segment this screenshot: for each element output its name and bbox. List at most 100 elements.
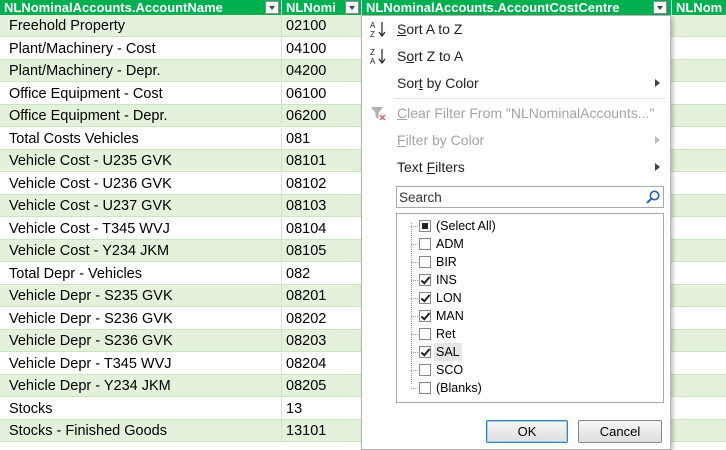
filter-checkbox[interactable] xyxy=(419,274,431,286)
filter-list-item[interactable]: SAL xyxy=(397,343,663,361)
column-header-cost-centre[interactable]: NLNominalAccounts.AccountCostCentre xyxy=(362,0,672,15)
filter-list-item[interactable]: MAN xyxy=(397,307,663,325)
account-name-cell[interactable]: Total Depr - Vehicles xyxy=(0,262,282,285)
filter-list-item[interactable]: BIR xyxy=(397,253,663,271)
nominal-code-cell[interactable]: 08204 xyxy=(282,353,362,375)
nominal-code-cell[interactable]: 08103 xyxy=(282,195,362,217)
svg-text:Z: Z xyxy=(370,30,375,38)
search-icon[interactable] xyxy=(645,189,661,205)
tree-branch xyxy=(411,262,419,263)
filter-dropdown-button-active[interactable] xyxy=(653,1,667,14)
filter-list-item[interactable]: LON xyxy=(397,289,663,307)
filter-checkbox[interactable] xyxy=(419,256,431,268)
nominal-code-cell[interactable]: 08104 xyxy=(282,218,362,240)
account-name-cell[interactable]: Freehold Property xyxy=(0,15,282,37)
nominal-code-cell[interactable]: 08201 xyxy=(282,285,362,307)
tree-branch xyxy=(411,388,419,389)
filter-values-list[interactable]: (Select All) ADM BIR INS LON MAN Ret SAL SCO (Bla… xyxy=(396,213,664,403)
account-name-cell[interactable]: Office Equipment - Cost xyxy=(0,82,282,105)
nominal-code-cell[interactable]: 082 xyxy=(282,263,362,285)
submenu-arrow-icon xyxy=(655,136,660,144)
svg-text:A: A xyxy=(370,57,376,65)
account-name-cell[interactable]: Vehicle Depr - Y234 JKM xyxy=(0,375,282,397)
sort-z-to-a-item[interactable]: Z A Sort Z to A xyxy=(362,43,670,70)
tree-branch xyxy=(411,370,419,371)
filter-list-item[interactable]: (Blanks) xyxy=(397,379,663,397)
filter-checkbox[interactable] xyxy=(419,292,431,304)
filter-by-color-item[interactable]: Filter by Color xyxy=(362,127,670,154)
nominal-code-cell[interactable]: 08203 xyxy=(282,330,362,352)
filter-item-label: Ret xyxy=(436,327,456,341)
tree-branch xyxy=(411,280,419,281)
account-name-cell[interactable]: Vehicle Depr - S236 GVK xyxy=(0,330,282,352)
account-name-cell[interactable]: Vehicle Cost - U235 GVK xyxy=(0,150,282,172)
column-header-account-name[interactable]: NLNominalAccounts.AccountName xyxy=(0,0,282,15)
account-name-cell[interactable]: Vehicle Depr - T345 WVJ xyxy=(0,352,282,375)
account-name-cell[interactable]: Vehicle Cost - Y234 JKM xyxy=(0,240,282,262)
sort-by-color-item[interactable]: Sort by Color xyxy=(362,70,670,97)
filter-list-item[interactable]: SCO xyxy=(397,361,663,379)
account-name-cell[interactable]: Vehicle Depr - S236 GVK xyxy=(0,307,282,330)
account-name-cell[interactable]: Total Costs Vehicles xyxy=(0,127,282,150)
filter-checkbox[interactable] xyxy=(419,328,431,340)
filter-checkbox[interactable] xyxy=(419,346,431,358)
nominal-code-cell[interactable]: 13 xyxy=(282,398,362,420)
account-name-cell[interactable]: Vehicle Cost - U236 GVK xyxy=(0,172,282,195)
filter-dropdown-button[interactable] xyxy=(265,1,279,14)
nominal-code-cell[interactable]: 081 xyxy=(282,128,362,150)
sort-a-to-z-item[interactable]: A Z Sort A to Z xyxy=(362,16,670,43)
filter-item-label: BIR xyxy=(436,255,457,269)
filter-dropdown-button[interactable] xyxy=(345,1,359,14)
column-header-nominal-code[interactable]: NLNomi xyxy=(282,0,362,15)
filter-checkbox[interactable] xyxy=(419,364,431,376)
sort-ascending-icon: A Z xyxy=(370,21,386,38)
filter-item-label: SCO xyxy=(436,363,464,377)
account-name-cell[interactable]: Office Equipment - Depr. xyxy=(0,105,282,127)
account-name-cell[interactable]: Vehicle Cost - U237 GVK xyxy=(0,195,282,217)
filter-checkbox[interactable] xyxy=(419,238,431,250)
filter-item-label: (Select All) xyxy=(436,219,496,233)
menu-separator xyxy=(394,98,666,99)
tree-branch xyxy=(411,316,419,317)
column-header-label: NLNom xyxy=(676,0,723,15)
account-name-cell[interactable]: Stocks - Finished Goods xyxy=(0,420,282,442)
nominal-code-cell[interactable]: 02100 xyxy=(282,15,362,37)
filter-item-label: MAN xyxy=(436,309,464,323)
filter-checkbox[interactable] xyxy=(419,220,431,232)
clear-filter-item[interactable]: Clear Filter From "NLNominalAccounts..." xyxy=(362,100,670,127)
nominal-code-cell[interactable]: 04100 xyxy=(282,38,362,60)
filter-item-label: (Blanks) xyxy=(436,381,482,395)
submenu-arrow-icon xyxy=(655,163,660,171)
account-name-cell[interactable]: Vehicle Cost - T345 WVJ xyxy=(0,217,282,240)
filter-search-box[interactable] xyxy=(396,186,664,208)
nominal-code-cell[interactable]: 13101 xyxy=(282,420,362,442)
nominal-code-cell[interactable]: 04200 xyxy=(282,60,362,82)
nominal-code-cell[interactable]: 08101 xyxy=(282,150,362,172)
column-header-next[interactable]: NLNom xyxy=(672,0,726,15)
tree-branch xyxy=(411,244,419,245)
cancel-button[interactable]: Cancel xyxy=(578,420,662,443)
nominal-code-cell[interactable]: 08102 xyxy=(282,173,362,195)
svg-text:Z: Z xyxy=(370,48,375,57)
column-header-label: NLNomi xyxy=(286,0,336,15)
filter-checkbox[interactable] xyxy=(419,310,431,322)
nominal-code-cell[interactable]: 06200 xyxy=(282,105,362,127)
ok-button[interactable]: OK xyxy=(486,420,568,443)
account-name-cell[interactable]: Stocks xyxy=(0,397,282,420)
account-name-cell[interactable]: Vehicle Depr - S235 GVK xyxy=(0,285,282,307)
filter-search-input[interactable] xyxy=(399,188,635,206)
account-name-cell[interactable]: Plant/Machinery - Cost xyxy=(0,37,282,60)
nominal-code-cell[interactable]: 06100 xyxy=(282,83,362,105)
filter-item-label: ADM xyxy=(436,237,464,251)
account-name-cell[interactable]: Plant/Machinery - Depr. xyxy=(0,60,282,82)
filter-checkbox[interactable] xyxy=(419,382,431,394)
nominal-code-cell[interactable]: 08105 xyxy=(282,240,362,262)
filter-list-item[interactable]: (Select All) xyxy=(397,217,663,235)
text-filters-item[interactable]: Text Filters xyxy=(362,154,670,181)
nominal-code-cell[interactable]: 08205 xyxy=(282,375,362,397)
filter-list-item[interactable]: INS xyxy=(397,271,663,289)
filter-list-item[interactable]: ADM xyxy=(397,235,663,253)
filter-list-item[interactable]: Ret xyxy=(397,325,663,343)
nominal-code-cell[interactable]: 08202 xyxy=(282,308,362,330)
column-header-label: NLNominalAccounts.AccountCostCentre xyxy=(366,0,620,15)
